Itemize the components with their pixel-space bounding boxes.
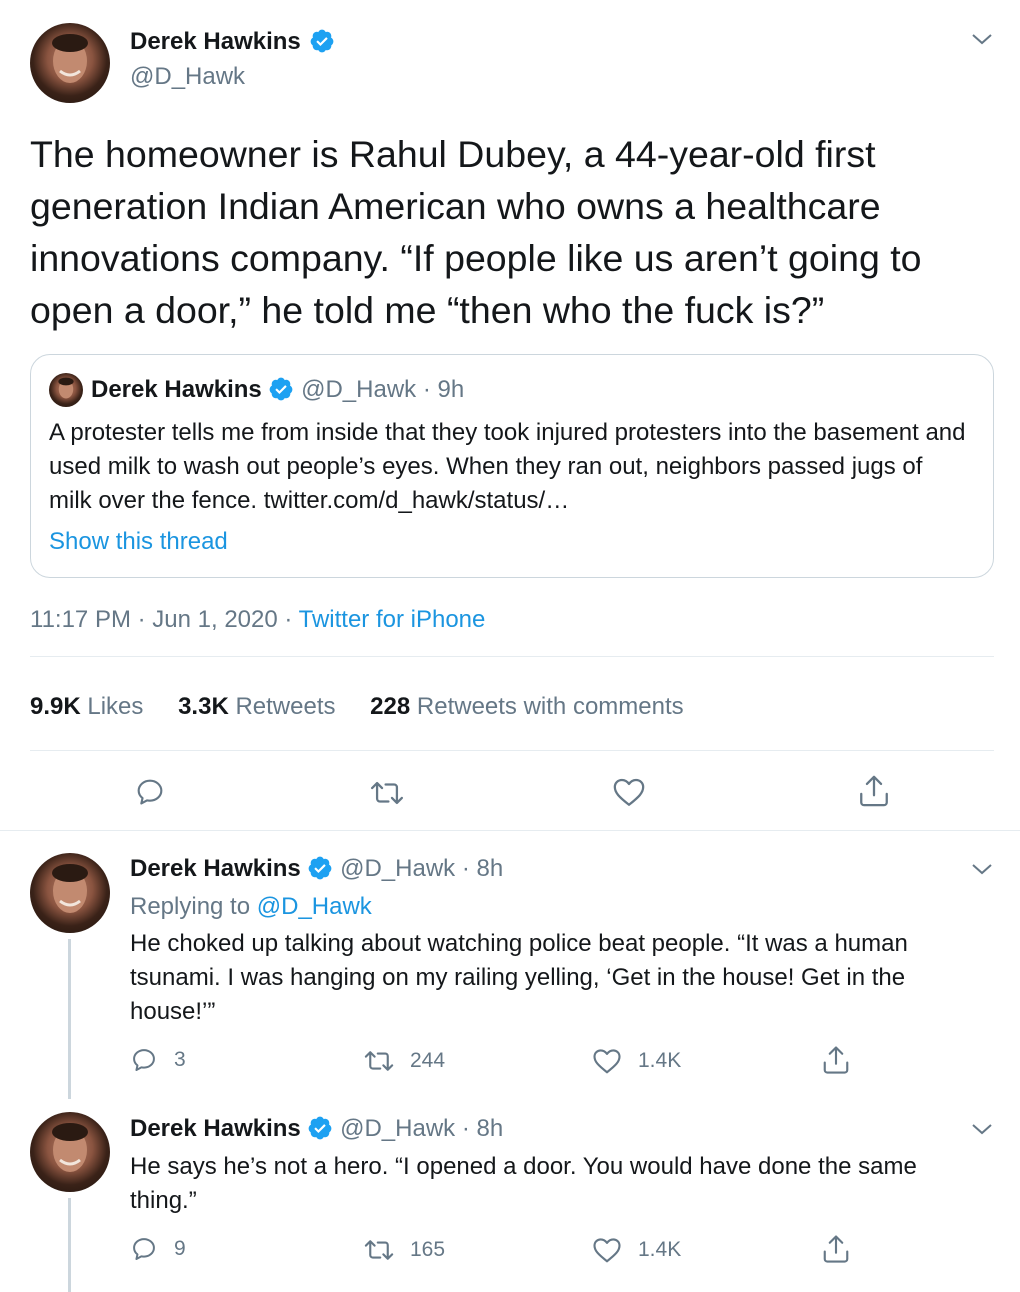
likes-stat[interactable]: 9.9K Likes: [30, 693, 143, 720]
quoted-tweet-card[interactable]: Derek Hawkins @D_Hawk · 9h A protester t…: [30, 354, 994, 578]
replying-to-label: Replying to: [130, 893, 251, 920]
verified-badge-icon: [270, 377, 293, 401]
like-button[interactable]: [612, 776, 646, 808]
avatar: [49, 373, 83, 407]
reply-button[interactable]: 3: [130, 1046, 186, 1074]
tweet-time: 9h: [437, 376, 465, 403]
chevron-down-icon[interactable]: [971, 862, 993, 876]
avatar[interactable]: [30, 23, 110, 103]
author-handle[interactable]: @D_Hawk: [340, 855, 455, 882]
like-button[interactable]: 1.4K: [592, 1236, 681, 1264]
dot-separator: ·: [461, 855, 470, 882]
tweet-source-link[interactable]: Twitter for iPhone: [299, 606, 486, 633]
retweet-icon: [364, 1051, 394, 1071]
share-icon: [860, 775, 888, 807]
share-icon: [823, 1046, 849, 1074]
chevron-down-icon[interactable]: [971, 32, 993, 46]
reply-icon: [133, 1238, 155, 1261]
avatar[interactable]: [30, 1112, 110, 1192]
avatar[interactable]: [30, 853, 110, 933]
like-icon: [613, 778, 645, 806]
tweet-time[interactable]: 8h: [477, 855, 504, 882]
dot-separator: ·: [461, 1115, 470, 1142]
like-button[interactable]: 1.4K: [592, 1047, 681, 1075]
show-thread-link[interactable]: Show this thread: [49, 527, 228, 557]
retweet-count: 165: [410, 1238, 446, 1261]
like-icon: [593, 1049, 621, 1074]
like-count: 1.4K: [638, 1238, 682, 1261]
divider: [30, 656, 994, 657]
author-name[interactable]: Derek Hawkins: [130, 1115, 301, 1142]
comments-count: 228: [370, 693, 411, 720]
verified-badge-icon: [309, 1116, 332, 1140]
share-button[interactable]: [822, 1045, 850, 1075]
tweet-text: The homeowner is Rahul Dubey, a 44-year-…: [30, 133, 922, 331]
divider: [30, 750, 994, 751]
retweet-count: 244: [410, 1049, 446, 1072]
verified-badge-icon: [309, 856, 332, 880]
author-name[interactable]: Derek Hawkins: [130, 855, 301, 882]
retweets-label: Retweets: [235, 693, 336, 720]
retweet-button[interactable]: [370, 778, 404, 808]
reply-icon: [137, 779, 163, 805]
dot-separator: ·: [422, 376, 431, 403]
reply-icon: [133, 1049, 155, 1072]
retweet-icon: [364, 1240, 394, 1260]
reply-count: 9: [174, 1237, 186, 1260]
comments-stat[interactable]: 228 Retweets with comments: [370, 693, 683, 720]
verified-badge-icon: [311, 29, 334, 53]
like-icon: [593, 1238, 621, 1263]
reply-button[interactable]: 9: [130, 1235, 186, 1263]
reply-button[interactable]: [134, 776, 166, 808]
author-handle[interactable]: @D_Hawk: [340, 1115, 455, 1142]
replying-to-handle[interactable]: @D_Hawk: [257, 893, 372, 920]
tweet-timestamp[interactable]: 11:17 PM · Jun 1, 2020 ·: [30, 606, 292, 633]
share-button[interactable]: [822, 1234, 850, 1264]
author-handle[interactable]: @D_Hawk: [130, 62, 245, 92]
reply-text: He says he’s not a hero. “I opened a doo…: [130, 1153, 917, 1214]
share-button[interactable]: [858, 774, 890, 808]
author-name: Derek Hawkins: [91, 376, 262, 403]
divider: [0, 830, 1020, 831]
retweet-icon: [370, 781, 404, 805]
likes-label: Likes: [87, 693, 144, 720]
like-count: 1.4K: [638, 1049, 682, 1072]
reply-count: 3: [174, 1048, 186, 1071]
comments-label: Retweets with comments: [416, 693, 684, 720]
likes-count: 9.9K: [30, 693, 81, 720]
chevron-down-icon[interactable]: [971, 1122, 993, 1136]
author-name[interactable]: Derek Hawkins: [130, 28, 301, 55]
thread-line: [68, 1198, 71, 1292]
retweet-button[interactable]: 244: [364, 1048, 445, 1074]
author-handle: @D_Hawk: [301, 376, 417, 403]
quoted-tweet-text: A protester tells me from inside that th…: [49, 419, 966, 514]
share-icon: [823, 1235, 849, 1263]
tweet-time[interactable]: 8h: [477, 1115, 504, 1142]
reply-text: He choked up talking about watching poli…: [130, 930, 908, 1025]
retweets-stat[interactable]: 3.3K Retweets: [178, 693, 335, 720]
retweets-count: 3.3K: [178, 693, 229, 720]
thread-line: [68, 939, 71, 1099]
retweet-button[interactable]: 165: [364, 1237, 445, 1263]
